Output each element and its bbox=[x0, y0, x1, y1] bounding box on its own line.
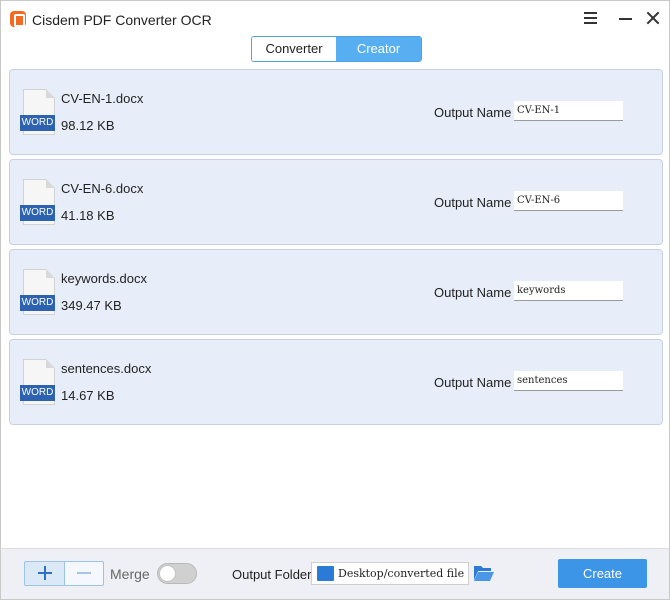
output-name-label: Output Name bbox=[434, 195, 512, 210]
merge-toggle[interactable] bbox=[157, 563, 197, 584]
output-folder-label: Output Folder bbox=[232, 567, 312, 582]
add-remove-group bbox=[24, 561, 104, 586]
word-file-icon: WORD bbox=[20, 89, 55, 135]
folder-icon bbox=[317, 566, 334, 581]
app-window: Cisdem PDF Converter OCR Converter Creat… bbox=[0, 0, 670, 600]
output-folder-field[interactable]: Desktop/converted file bbox=[311, 562, 469, 585]
plus-icon[interactable] bbox=[25, 562, 65, 585]
output-folder-path: Desktop/converted file bbox=[338, 567, 465, 580]
merge-label: Merge bbox=[110, 566, 150, 582]
word-file-icon: WORD bbox=[20, 269, 55, 315]
file-name: CV-EN-6.docx bbox=[61, 181, 144, 196]
open-folder-icon[interactable] bbox=[473, 563, 495, 583]
create-button[interactable]: Create bbox=[558, 559, 647, 588]
file-name: keywords.docx bbox=[61, 271, 147, 286]
file-item[interactable]: WORD CV-EN-6.docx 41.18 KB Output Name C… bbox=[9, 159, 663, 245]
app-title: Cisdem PDF Converter OCR bbox=[32, 12, 212, 28]
output-name-input[interactable]: sentences bbox=[514, 371, 623, 391]
output-name-input[interactable]: CV-EN-1 bbox=[514, 101, 623, 121]
word-file-icon: WORD bbox=[20, 179, 55, 225]
output-name-label: Output Name bbox=[434, 105, 512, 120]
file-type-tag: WORD bbox=[20, 205, 55, 221]
close-icon[interactable] bbox=[641, 7, 665, 29]
file-size: 14.67 KB bbox=[61, 388, 115, 403]
minus-icon[interactable] bbox=[65, 562, 103, 585]
file-item[interactable]: WORD CV-EN-1.docx 98.12 KB Output Name C… bbox=[9, 69, 663, 155]
word-file-icon: WORD bbox=[20, 359, 55, 405]
output-name-input[interactable]: CV-EN-6 bbox=[514, 191, 623, 211]
output-name-label: Output Name bbox=[434, 285, 512, 300]
hamburger-icon[interactable] bbox=[578, 7, 602, 29]
mode-tabs: Converter Creator bbox=[251, 36, 422, 62]
file-name: CV-EN-1.docx bbox=[61, 91, 144, 106]
file-size: 41.18 KB bbox=[61, 208, 115, 223]
file-type-tag: WORD bbox=[20, 295, 55, 311]
file-item[interactable]: WORD sentences.docx 14.67 KB Output Name… bbox=[9, 339, 663, 425]
bottom-toolbar: Merge Output Folder Desktop/converted fi… bbox=[1, 548, 669, 599]
file-type-tag: WORD bbox=[20, 385, 55, 401]
title-bar: Cisdem PDF Converter OCR bbox=[1, 1, 669, 35]
file-name: sentences.docx bbox=[61, 361, 152, 376]
output-name-label: Output Name bbox=[434, 375, 512, 390]
file-item[interactable]: WORD keywords.docx 349.47 KB Output Name… bbox=[9, 249, 663, 335]
file-list: WORD CV-EN-1.docx 98.12 KB Output Name C… bbox=[9, 69, 663, 547]
tab-converter[interactable]: Converter bbox=[252, 37, 336, 61]
file-type-tag: WORD bbox=[20, 115, 55, 131]
file-size: 349.47 KB bbox=[61, 298, 122, 313]
output-name-input[interactable]: keywords bbox=[514, 281, 623, 301]
minimize-icon[interactable] bbox=[613, 7, 637, 29]
tab-creator[interactable]: Creator bbox=[336, 37, 421, 61]
file-size: 98.12 KB bbox=[61, 118, 115, 133]
toggle-knob bbox=[159, 565, 176, 582]
app-logo-icon bbox=[10, 11, 26, 27]
